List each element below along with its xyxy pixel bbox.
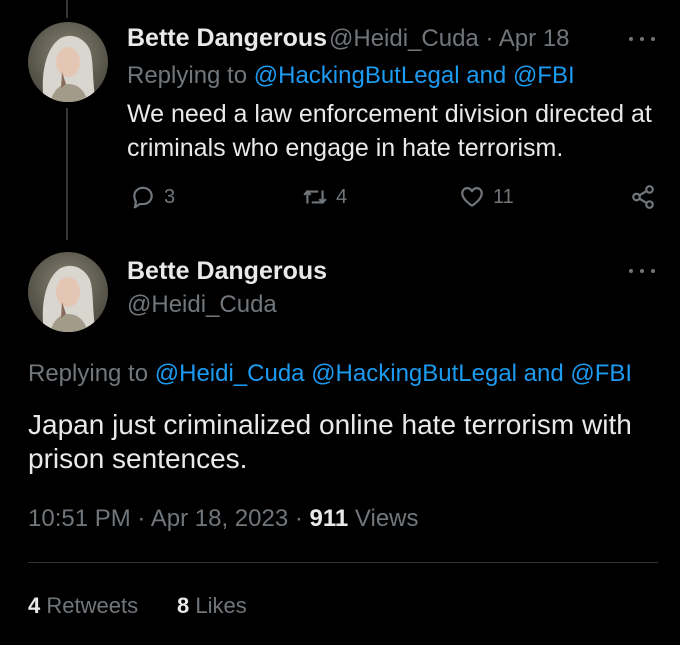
display-name[interactable]: Bette Dangerous bbox=[127, 257, 327, 286]
tweet-text-line: criminals who engage in hate terrorism. bbox=[127, 134, 564, 162]
tweet-timestamp: 10:51 PM · Apr 18, 2023 · 911 Views bbox=[28, 505, 419, 533]
tweet-text: We need a law enforcement division direc… bbox=[127, 97, 652, 165]
likes-stat[interactable]: 8 Likes bbox=[177, 593, 247, 619]
avatar-image bbox=[42, 265, 96, 332]
handle[interactable]: @Heidi_Cuda bbox=[127, 291, 277, 319]
replying-to-prefix: Replying to bbox=[28, 360, 149, 387]
like-count: 11 bbox=[493, 185, 514, 208]
tweet-date[interactable]: Apr 18, 2023 bbox=[151, 505, 288, 532]
replying-to-links[interactable]: @HackingButLegal and @FBI bbox=[254, 62, 575, 89]
retweet-count: 4 bbox=[336, 185, 348, 208]
separator: · bbox=[294, 505, 303, 532]
separator: · bbox=[485, 25, 494, 52]
likes-label: Likes bbox=[195, 593, 247, 618]
replying-to: Replying to @Heidi_Cuda @HackingButLegal… bbox=[28, 360, 632, 388]
retweet-button[interactable]: 4 bbox=[302, 184, 347, 210]
tweet-meta: @Heidi_Cuda · Apr 18 bbox=[329, 25, 570, 53]
retweets-count: 4 bbox=[28, 593, 41, 618]
tweet-date[interactable]: Apr 18 bbox=[499, 25, 570, 52]
reply-count: 3 bbox=[164, 185, 176, 208]
replying-to-prefix: Replying to bbox=[127, 62, 248, 89]
share-icon bbox=[632, 185, 654, 209]
tweet-text: Japan just criminalized online hate terr… bbox=[28, 408, 632, 476]
share-button[interactable] bbox=[630, 184, 656, 210]
tweet-text-line: prison sentences. bbox=[28, 443, 248, 474]
display-name[interactable]: Bette Dangerous bbox=[127, 24, 327, 53]
views-label: Views bbox=[354, 505, 419, 532]
likes-count: 8 bbox=[177, 593, 190, 618]
avatar[interactable] bbox=[28, 252, 108, 332]
retweet-icon bbox=[303, 190, 327, 204]
retweets-stat[interactable]: 4 Retweets bbox=[28, 593, 138, 619]
divider bbox=[28, 562, 658, 563]
reply-button[interactable]: 3 bbox=[130, 184, 175, 210]
like-button[interactable]: 11 bbox=[459, 184, 514, 210]
tweet-time[interactable]: 10:51 PM bbox=[28, 505, 131, 532]
replying-to-links[interactable]: @Heidi_Cuda @HackingButLegal and @FBI bbox=[155, 360, 632, 387]
more-icon[interactable] bbox=[629, 35, 655, 43]
avatar[interactable] bbox=[28, 22, 108, 102]
tweet-text-line: We need a law enforcement division direc… bbox=[127, 100, 652, 128]
retweets-label: Retweets bbox=[46, 593, 139, 618]
tweet-text-line: Japan just criminalized online hate terr… bbox=[28, 409, 632, 440]
thread-line bbox=[66, 108, 68, 240]
replying-to: Replying to @HackingButLegal and @FBI bbox=[127, 62, 575, 90]
more-icon[interactable] bbox=[629, 267, 655, 275]
thread-line-top bbox=[66, 0, 68, 18]
reply-icon bbox=[133, 186, 153, 209]
heart-icon bbox=[461, 187, 483, 207]
separator: · bbox=[137, 505, 146, 532]
handle[interactable]: @Heidi_Cuda bbox=[329, 25, 479, 52]
views-count: 911 bbox=[309, 505, 349, 532]
avatar-image bbox=[42, 35, 96, 102]
